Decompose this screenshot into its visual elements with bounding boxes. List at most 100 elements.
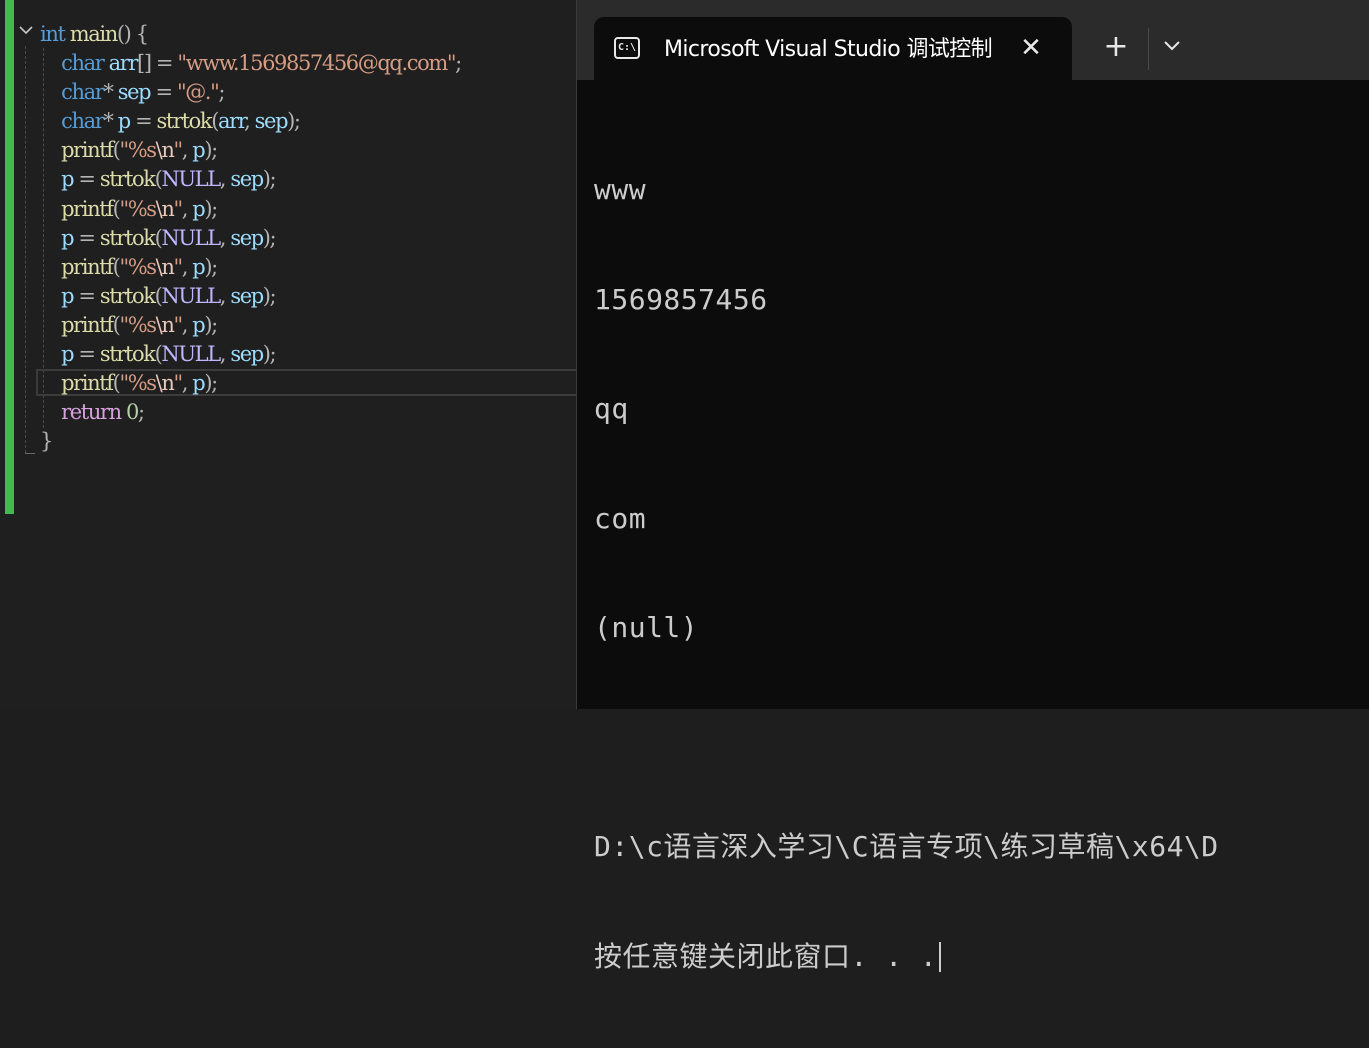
code-token: ; bbox=[137, 400, 145, 425]
code-editor[interactable]: int main() { char arr[] = "www.156985745… bbox=[0, 0, 577, 709]
code-token: "@." bbox=[176, 80, 220, 105]
code-line[interactable]: printf("%s\n", p); bbox=[0, 253, 577, 282]
code-token: " bbox=[173, 138, 183, 163]
code-token: = bbox=[150, 80, 177, 105]
new-tab-button[interactable]: + bbox=[1101, 30, 1131, 64]
code-token: = bbox=[129, 109, 157, 134]
code-line[interactable]: char* p = strtok(arr, sep); bbox=[0, 107, 577, 136]
code-token: p bbox=[192, 196, 205, 221]
press-any-key-text: 按任意键关闭此窗口. . . bbox=[594, 939, 938, 973]
code-token: p bbox=[192, 371, 205, 396]
code-token: strtok bbox=[99, 225, 156, 250]
code-token: strtok bbox=[156, 109, 213, 134]
code-token: , bbox=[219, 167, 231, 192]
code-token: sep bbox=[254, 109, 289, 134]
code-line[interactable]: printf("%s\n", p); bbox=[0, 369, 577, 398]
code-token: " bbox=[173, 254, 183, 279]
code-token: "%s bbox=[119, 196, 157, 221]
close-tab-icon[interactable]: ✕ bbox=[1018, 33, 1044, 63]
code-token: p bbox=[61, 225, 74, 250]
code-token: ; bbox=[455, 51, 462, 76]
output-line: www bbox=[594, 173, 647, 206]
code-token: " bbox=[173, 371, 183, 396]
code-token: = bbox=[73, 167, 100, 192]
code-token: printf bbox=[61, 371, 114, 396]
code-token: " bbox=[173, 312, 183, 337]
code-token: \n bbox=[155, 138, 175, 163]
code-token: "%s bbox=[119, 371, 157, 396]
code-token: printf bbox=[61, 254, 114, 279]
output-line-exe-path: D:\c语言深入学习\C语言专项\练习草稿\x64\D bbox=[594, 830, 1219, 863]
debug-console-window[interactable]: C:\ Microsoft Visual Studio 调试控制台 ✕ + ww… bbox=[576, 0, 1369, 973]
code-token: p bbox=[192, 312, 205, 337]
code-token: p bbox=[192, 254, 205, 279]
code-token: , bbox=[181, 312, 193, 337]
code-token: \n bbox=[155, 196, 175, 221]
code-token: "%s bbox=[119, 138, 157, 163]
code-token: \n bbox=[155, 371, 175, 396]
code-line[interactable]: p = strtok(NULL, sep); bbox=[0, 165, 577, 194]
code-line[interactable]: char* sep = "@."; bbox=[0, 78, 577, 107]
output-line: (null) bbox=[594, 611, 699, 644]
code-line[interactable]: } bbox=[0, 427, 577, 456]
code-token: , bbox=[181, 371, 193, 396]
console-output[interactable]: www 1569857456 qq com (null) D:\c语言深入学习\… bbox=[594, 99, 1369, 1048]
code-line[interactable]: printf("%s\n", p); bbox=[0, 195, 577, 224]
code-token: strtok bbox=[99, 283, 156, 308]
code-token: = bbox=[73, 225, 100, 250]
code-token: ); bbox=[262, 342, 277, 367]
code-token: () { bbox=[116, 22, 149, 46]
code-token: arr bbox=[218, 109, 245, 134]
code-line[interactable]: int main() { bbox=[0, 20, 577, 49]
chevron-down-icon[interactable] bbox=[1161, 34, 1191, 64]
code-token: return bbox=[61, 400, 122, 425]
code-token: arr bbox=[108, 51, 139, 76]
code-token: NULL bbox=[161, 342, 221, 367]
code-token: printf bbox=[61, 196, 114, 221]
code-token: ); bbox=[287, 109, 301, 134]
code-token: char bbox=[61, 51, 105, 76]
code-token: * bbox=[103, 80, 118, 105]
code-token: char bbox=[61, 109, 105, 134]
code-token: ); bbox=[204, 254, 218, 279]
terminal-tab-bar: C:\ Microsoft Visual Studio 调试控制台 ✕ + bbox=[577, 0, 1369, 80]
tab-debug-console[interactable]: C:\ Microsoft Visual Studio 调试控制台 ✕ bbox=[594, 17, 1072, 80]
code-token: sep bbox=[117, 80, 152, 105]
code-token: strtok bbox=[99, 167, 156, 192]
code-line[interactable]: p = strtok(NULL, sep); bbox=[0, 282, 577, 311]
code-token: p bbox=[192, 138, 205, 163]
output-line-prompt: 按任意键关闭此窗口. . . bbox=[594, 939, 1369, 976]
code-token: ); bbox=[262, 167, 277, 192]
code-token: , bbox=[244, 109, 255, 134]
code-token: p bbox=[117, 109, 131, 134]
code-token: ); bbox=[262, 283, 277, 308]
code-line[interactable]: p = strtok(NULL, sep); bbox=[0, 340, 577, 369]
code-token: , bbox=[181, 254, 193, 279]
code-line[interactable]: char arr[] = "www.1569857456@qq.com"; bbox=[0, 49, 577, 78]
code-token: ); bbox=[204, 196, 218, 221]
code-token: p bbox=[61, 342, 74, 367]
code-token: sep bbox=[230, 283, 264, 308]
code-content[interactable]: int main() { char arr[] = "www.156985745… bbox=[0, 20, 577, 456]
tab-title: Microsoft Visual Studio 调试控制台 bbox=[664, 37, 994, 62]
code-token: p bbox=[61, 283, 74, 308]
code-token: ); bbox=[204, 371, 218, 396]
code-token: * bbox=[103, 109, 118, 134]
text-cursor bbox=[939, 941, 942, 972]
code-token: NULL bbox=[161, 283, 221, 308]
code-line[interactable]: return 0; bbox=[0, 398, 577, 427]
code-line[interactable]: printf("%s\n", p); bbox=[0, 136, 577, 165]
code-token: ); bbox=[204, 312, 218, 337]
code-line[interactable]: printf("%s\n", p); bbox=[0, 311, 577, 340]
code-line[interactable]: p = strtok(NULL, sep); bbox=[0, 224, 577, 253]
code-token: main bbox=[69, 22, 118, 46]
